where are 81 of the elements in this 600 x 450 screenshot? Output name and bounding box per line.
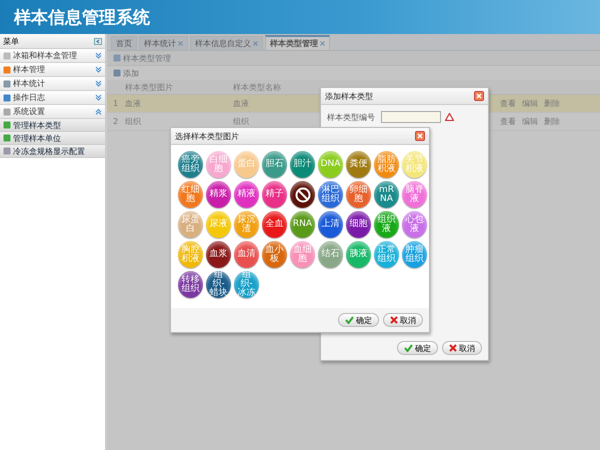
action-link[interactable]: 查看 (500, 116, 516, 127)
sample-type-option[interactable]: DNA (318, 151, 343, 178)
sample-type-option[interactable]: 精子 (262, 181, 287, 208)
submenu-item[interactable]: 冷冻盒规格显示配置 (0, 145, 105, 158)
close-button[interactable] (415, 131, 425, 141)
app-title: 样本信息管理系统 (14, 6, 150, 28)
sample-type-option[interactable]: 细胞 (346, 211, 371, 238)
close-icon[interactable] (320, 41, 325, 46)
confirm-button[interactable]: 确定 (338, 313, 379, 327)
add-button[interactable]: 添加 (113, 68, 139, 78)
sample-type-option[interactable]: RNA (290, 211, 315, 238)
sample-type-option[interactable]: 尿蛋白 (178, 211, 203, 238)
sample-type-option[interactable]: 粪便 (346, 151, 371, 178)
menu-item[interactable]: 系统设置 (0, 105, 105, 119)
sample-type-option[interactable]: 肿瘤组织 (402, 241, 427, 268)
cross-icon (449, 344, 457, 352)
action-link[interactable]: 编辑 (522, 98, 538, 109)
collapse-icon[interactable] (94, 38, 102, 44)
sample-type-option[interactable]: 组织液 (374, 211, 399, 238)
input-field[interactable] (381, 111, 441, 123)
sample-type-option[interactable]: 淋巴组织 (318, 181, 343, 208)
table-header-cell: 样本类型图片 (119, 80, 227, 95)
action-link[interactable]: 查看 (500, 98, 516, 109)
cancel-button[interactable]: 取消 (383, 313, 423, 327)
expand-icon[interactable] (95, 66, 102, 73)
tab[interactable]: 首页 (111, 36, 137, 50)
sample-type-option[interactable]: 卵细胞 (346, 181, 371, 208)
cross-icon (390, 316, 398, 324)
sample-type-option[interactable]: 血清 (234, 241, 259, 268)
menu-item[interactable]: 样本管理 (0, 63, 105, 77)
expand-icon[interactable] (95, 52, 102, 59)
sidebar-title: 菜单 (3, 36, 19, 46)
sample-type-option[interactable]: 脑脊液 (402, 181, 427, 208)
confirm-button[interactable]: 确定 (397, 341, 438, 355)
sample-type-option[interactable]: 血浆 (206, 241, 231, 268)
tab[interactable]: 样本信息自定义 (190, 36, 263, 50)
dialog-title: 选择样本类型图片 (175, 130, 239, 142)
field-label: 样本类型编号 (327, 112, 376, 122)
cancel-button[interactable]: 取消 (442, 341, 482, 355)
sample-type-option[interactable]: 脂肪积液 (374, 151, 399, 178)
sample-type-option[interactable]: 精浆 (206, 181, 231, 208)
prohibited-icon[interactable] (290, 181, 315, 208)
dialog-title: 添加样本类型 (325, 90, 373, 102)
row-number: 1 (107, 95, 119, 113)
tab[interactable]: 样本类型管理 (265, 35, 330, 50)
table-cell: 血液 (119, 95, 227, 113)
close-button[interactable] (474, 91, 484, 101)
menu-item[interactable]: 样本统计 (0, 77, 105, 91)
sample-type-option[interactable]: 上清 (318, 211, 343, 238)
sample-type-option[interactable]: 红细胞 (178, 181, 203, 208)
tab[interactable]: 样本统计 (139, 36, 188, 50)
menu-item[interactable]: 冰箱和样本盒管理 (0, 49, 105, 63)
sample-type-option[interactable]: 正常组织 (374, 241, 399, 268)
sample-type-option[interactable]: 胆汁 (290, 151, 315, 178)
check-icon (404, 344, 413, 352)
collapse-icon[interactable] (95, 108, 102, 115)
sample-type-option[interactable]: 心包液 (402, 211, 427, 238)
sample-type-option[interactable]: 全血 (262, 211, 287, 238)
menu-item[interactable]: 操作日志 (0, 91, 105, 105)
action-link[interactable]: 编辑 (522, 116, 538, 127)
action-link[interactable]: 删除 (544, 116, 560, 127)
sample-type-option[interactable]: 血小板 (262, 241, 287, 268)
submenu-item[interactable]: 管理样本单位 (0, 132, 105, 145)
table-header-cell: 样本类型名称 (227, 80, 327, 95)
sample-type-option[interactable]: mRNA (374, 181, 399, 208)
close-icon[interactable] (253, 41, 258, 46)
submenu-item[interactable]: 管理样本类型 (0, 119, 105, 132)
sample-type-option[interactable]: 癌旁组织 (178, 151, 203, 178)
sample-type-option[interactable]: 尿沉渣 (234, 211, 259, 238)
sample-type-option[interactable]: 胆石 (262, 151, 287, 178)
close-icon[interactable] (178, 41, 183, 46)
expand-icon[interactable] (95, 80, 102, 87)
sample-type-option[interactable]: 精液 (234, 181, 259, 208)
expand-icon[interactable] (95, 94, 102, 101)
sample-type-option[interactable]: 胰液 (346, 241, 371, 268)
sample-type-option[interactable]: 转移组织 (178, 271, 203, 298)
sample-type-option[interactable]: 血细胞 (290, 241, 315, 268)
sample-type-option[interactable]: 结石 (318, 241, 343, 268)
check-icon (345, 316, 354, 324)
panel-title: 样本类型管理 (123, 52, 171, 64)
action-link[interactable]: 删除 (544, 98, 560, 109)
